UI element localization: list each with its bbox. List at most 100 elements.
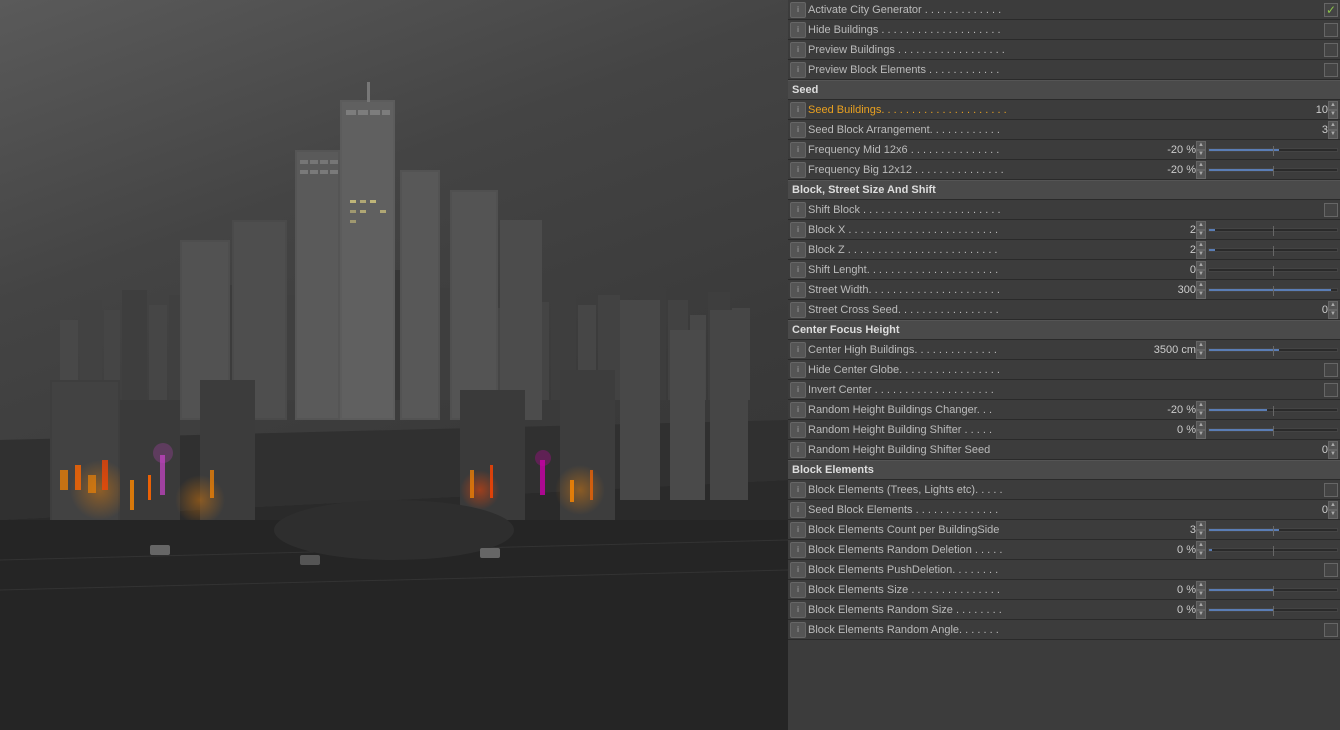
row-checkbox[interactable]	[1324, 363, 1338, 377]
spinner-down-btn[interactable]: ▼	[1196, 430, 1206, 439]
spinner-down-btn[interactable]: ▼	[1196, 230, 1206, 239]
spinner-down-btn[interactable]: ▼	[1196, 610, 1206, 619]
row-info-icon[interactable]: i	[790, 342, 806, 358]
row-info-icon[interactable]: i	[790, 202, 806, 218]
spinner-up-btn[interactable]: ▲	[1196, 141, 1206, 150]
row-label-center-high-buildings: Center High Buildings. . . . . . . . . .…	[808, 344, 1136, 356]
property-row-shift-length: iShift Lenght. . . . . . . . . . . . . .…	[788, 260, 1340, 280]
row-info-icon[interactable]: i	[790, 22, 806, 38]
spinner-up-btn[interactable]: ▲	[1196, 261, 1206, 270]
row-info-icon[interactable]: i	[790, 122, 806, 138]
spinner-up-btn[interactable]: ▲	[1196, 221, 1206, 230]
spinner-down-btn[interactable]: ▼	[1196, 250, 1206, 259]
row-slider[interactable]	[1208, 543, 1338, 557]
spinner-up-btn[interactable]: ▲	[1196, 581, 1206, 590]
spinner-up-btn[interactable]: ▲	[1196, 521, 1206, 530]
property-row-frequency-big: iFrequency Big 12x12 . . . . . . . . . .…	[788, 160, 1340, 180]
spinner-down-btn[interactable]: ▼	[1196, 530, 1206, 539]
row-slider[interactable]	[1208, 283, 1338, 297]
row-info-icon[interactable]: i	[790, 382, 806, 398]
spinner-up-btn[interactable]: ▲	[1328, 121, 1338, 130]
row-checkbox[interactable]	[1324, 63, 1338, 77]
row-slider[interactable]	[1208, 263, 1338, 277]
spinner-down-btn[interactable]: ▼	[1196, 290, 1206, 299]
row-info-icon[interactable]: i	[790, 242, 806, 258]
row-checkbox[interactable]	[1324, 563, 1338, 577]
row-info-icon[interactable]: i	[790, 362, 806, 378]
spinner-down-btn[interactable]: ▼	[1328, 310, 1338, 319]
row-info-icon[interactable]: i	[790, 542, 806, 558]
row-label-shift-length: Shift Lenght. . . . . . . . . . . . . . …	[808, 264, 1136, 276]
row-slider[interactable]	[1208, 583, 1338, 597]
row-info-icon[interactable]: i	[790, 482, 806, 498]
spinner-down-btn[interactable]: ▼	[1328, 130, 1338, 139]
row-checkbox[interactable]	[1324, 23, 1338, 37]
row-info-icon[interactable]: i	[790, 522, 806, 538]
spinner-up-btn[interactable]: ▲	[1328, 441, 1338, 450]
row-info-icon[interactable]: i	[790, 142, 806, 158]
row-label-preview-buildings: Preview Buildings . . . . . . . . . . . …	[808, 44, 1324, 56]
row-info-icon[interactable]: i	[790, 2, 806, 18]
row-info-icon[interactable]: i	[790, 262, 806, 278]
row-value: 10	[1268, 104, 1328, 116]
row-info-icon[interactable]: i	[790, 222, 806, 238]
row-info-icon[interactable]: i	[790, 302, 806, 318]
section-header-block-street-section: Block, Street Size And Shift	[788, 180, 1340, 200]
row-label-seed-block-arrangement: Seed Block Arrangement. . . . . . . . . …	[808, 124, 1268, 136]
spinner-up-btn[interactable]: ▲	[1196, 601, 1206, 610]
row-slider[interactable]	[1208, 343, 1338, 357]
spinner-up-btn[interactable]: ▲	[1196, 241, 1206, 250]
spinner-up-btn[interactable]: ▲	[1328, 501, 1338, 510]
row-slider[interactable]	[1208, 243, 1338, 257]
row-slider[interactable]	[1208, 223, 1338, 237]
row-info-icon[interactable]: i	[790, 102, 806, 118]
spinner-down-btn[interactable]: ▼	[1196, 410, 1206, 419]
row-slider[interactable]	[1208, 143, 1338, 157]
row-checkbox[interactable]	[1324, 203, 1338, 217]
top-rows-container: iActivate City Generator . . . . . . . .…	[788, 0, 1340, 80]
row-info-icon[interactable]: i	[790, 62, 806, 78]
row-slider[interactable]	[1208, 603, 1338, 617]
spinner-down-btn[interactable]: ▼	[1196, 150, 1206, 159]
spinner-up-btn[interactable]: ▲	[1328, 101, 1338, 110]
spinner-up-btn[interactable]: ▲	[1196, 281, 1206, 290]
spinner-up-btn[interactable]: ▲	[1196, 401, 1206, 410]
row-info-icon[interactable]: i	[790, 582, 806, 598]
row-checkbox[interactable]	[1324, 623, 1338, 637]
row-info-icon[interactable]: i	[790, 422, 806, 438]
row-label-block-elements-push-deletion: Block Elements PushDeletion. . . . . . .…	[808, 564, 1324, 576]
row-info-icon[interactable]: i	[790, 562, 806, 578]
spinner-up-btn[interactable]: ▲	[1196, 161, 1206, 170]
spinner-down-btn[interactable]: ▼	[1196, 550, 1206, 559]
row-info-icon[interactable]: i	[790, 622, 806, 638]
spinner-up-btn[interactable]: ▲	[1328, 301, 1338, 310]
spinner-up-btn[interactable]: ▲	[1196, 341, 1206, 350]
property-row-block-elements-random-angle: iBlock Elements Random Angle. . . . . . …	[788, 620, 1340, 640]
row-info-icon[interactable]: i	[790, 442, 806, 458]
row-checkbox[interactable]	[1324, 383, 1338, 397]
row-info-icon[interactable]: i	[790, 42, 806, 58]
spinner-down-btn[interactable]: ▼	[1196, 170, 1206, 179]
row-value: 0 %	[1136, 604, 1196, 616]
row-slider[interactable]	[1208, 163, 1338, 177]
row-checkbox[interactable]	[1324, 483, 1338, 497]
row-info-icon[interactable]: i	[790, 502, 806, 518]
spinner-down-btn[interactable]: ▼	[1196, 270, 1206, 279]
spinner-up-btn[interactable]: ▲	[1196, 421, 1206, 430]
row-info-icon[interactable]: i	[790, 162, 806, 178]
spinner-down-btn[interactable]: ▼	[1328, 450, 1338, 459]
spinner-down-btn[interactable]: ▼	[1328, 110, 1338, 119]
row-slider[interactable]	[1208, 403, 1338, 417]
spinner-down-btn[interactable]: ▼	[1196, 350, 1206, 359]
row-checkbox[interactable]	[1324, 43, 1338, 57]
spinner-down-btn[interactable]: ▼	[1196, 590, 1206, 599]
row-info-icon[interactable]: i	[790, 282, 806, 298]
row-slider[interactable]	[1208, 523, 1338, 537]
spinner-up-btn[interactable]: ▲	[1196, 541, 1206, 550]
property-row-random-height-building-shifter: iRandom Height Building Shifter . . . . …	[788, 420, 1340, 440]
spinner-down-btn[interactable]: ▼	[1328, 510, 1338, 519]
row-info-icon[interactable]: i	[790, 602, 806, 618]
row-slider[interactable]	[1208, 423, 1338, 437]
row-checkbox[interactable]: ✓	[1324, 3, 1338, 17]
row-info-icon[interactable]: i	[790, 402, 806, 418]
